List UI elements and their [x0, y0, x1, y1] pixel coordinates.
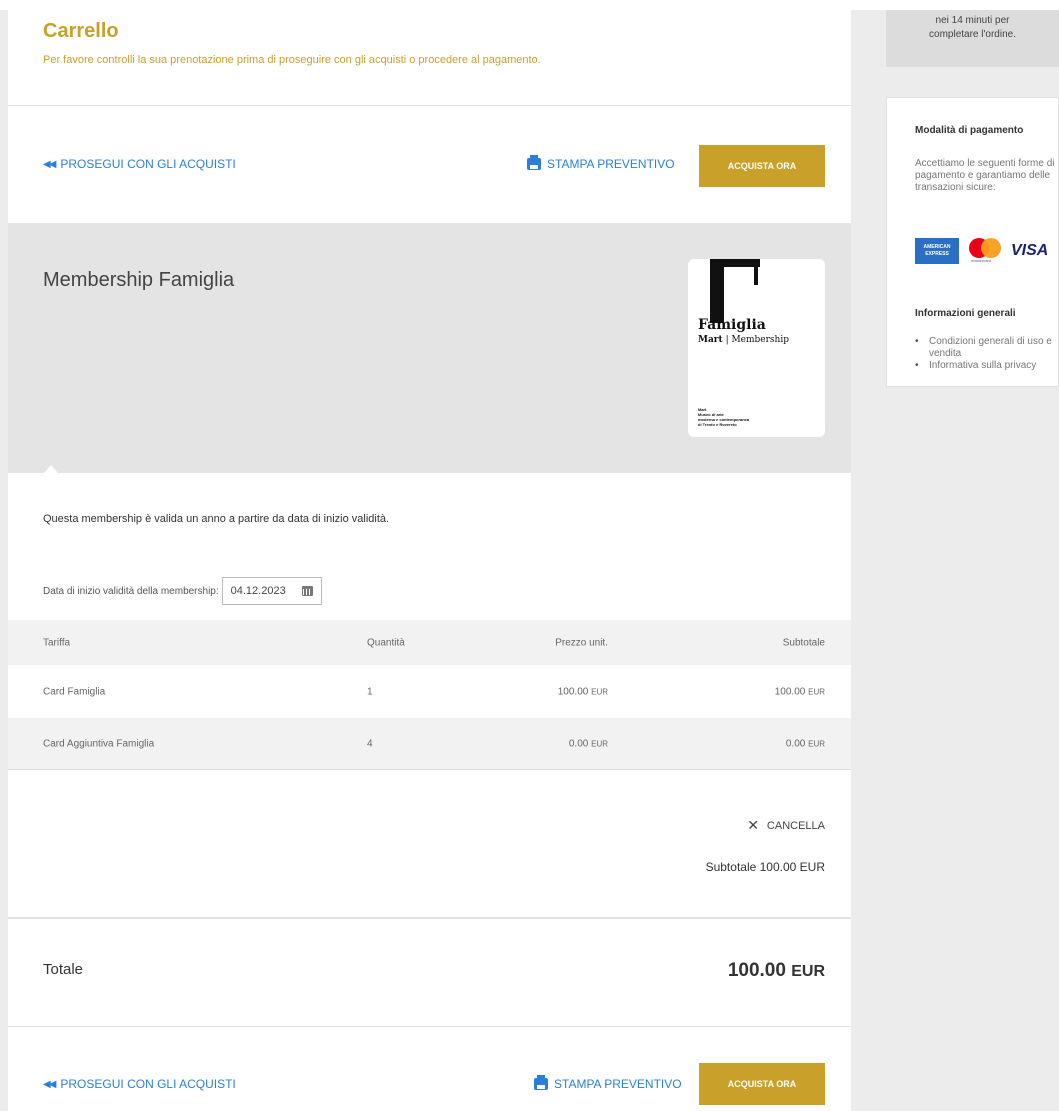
list-item: Informativa sulla privacy: [915, 360, 1059, 372]
header-unit-price: Prezzo unit.: [555, 637, 608, 648]
buy-now-button[interactable]: ACQUISTA ORA: [699, 145, 825, 187]
card-title: Famiglia: [698, 317, 766, 333]
card-fine-print: Mart Museo di arte moderna e contemporan…: [698, 407, 750, 427]
calendar-icon[interactable]: [301, 586, 313, 596]
start-date-field[interactable]: 04.12.2023: [221, 577, 322, 605]
row-subtotal: 0.00 EUR: [785, 738, 825, 749]
cancel-label: CANCELLA: [766, 819, 825, 832]
payment-heading: Modalità di pagamento: [915, 125, 1024, 136]
table-row: Card Famiglia 1 100.00 EUR 100.00 EUR: [8, 665, 851, 718]
close-icon: ✕: [747, 817, 759, 833]
product-section: Membership Famiglia Famiglia Mart | Memb…: [8, 223, 851, 473]
actions-bottom: ◀◀ PROSEGUI CON GLI ACQUISTI STAMPA PREV…: [8, 1027, 851, 1111]
cart-header: Carrello Per favore controlli la sua pre…: [8, 10, 851, 106]
mastercard-logo: mastercard: [967, 238, 1003, 264]
start-date-value: 04.12.2023: [230, 585, 286, 597]
info-heading: Informazioni generali: [915, 308, 1016, 319]
row-tariff: Card Famiglia: [43, 686, 106, 697]
buy-now-button[interactable]: ACQUISTA ORA: [699, 1063, 825, 1105]
item-subtotal: Subtotale 100.00 EUR: [705, 860, 825, 874]
info-links: Condizioni generali di uso e vendita Inf…: [915, 336, 1059, 372]
validity-date-row: Data di inizio validità della membership…: [43, 577, 322, 605]
printer-icon: [534, 1075, 548, 1090]
page-title: Carrello: [43, 20, 119, 42]
list-item: Condizioni generali di uso e vendita: [915, 336, 1059, 360]
section-caret: [44, 465, 58, 473]
page-subtitle: Per favore controlli la sua prenotazione…: [43, 54, 541, 66]
card-subtitle: Mart | Membership: [698, 335, 789, 345]
row-quantity: 1: [367, 686, 373, 697]
print-quote-label: STAMPA PREVENTIVO: [554, 1077, 682, 1091]
payment-cards: AMERICAN EXPRESS mastercard VISA: [915, 238, 1048, 264]
divider: [8, 917, 851, 919]
card-logo-mark: [710, 259, 724, 323]
timer-notice: nei 14 minuti per completare l'ordine.: [886, 10, 1059, 67]
cart-panel: Carrello Per favore controlli la sua pre…: [8, 0, 851, 1111]
double-chevron-left-icon: ◀◀: [43, 158, 56, 170]
validity-text: Questa membership è valida un anno a par…: [43, 513, 390, 525]
double-chevron-left-icon: ◀◀: [43, 1078, 56, 1090]
membership-card-image: Famiglia Mart | Membership Mart Museo di…: [688, 259, 825, 437]
timer-text: nei 14 minuti per: [935, 15, 1010, 26]
terms-link[interactable]: Condizioni generali di uso e vendita: [929, 336, 1052, 359]
printer-icon: [527, 155, 541, 170]
actions-top: ◀◀ PROSEGUI CON GLI ACQUISTI STAMPA PREV…: [8, 107, 851, 221]
header-quantity: Quantità: [367, 637, 405, 648]
table-row: Card Aggiuntiva Famiglia 4 0.00 EUR 0.00…: [8, 718, 851, 770]
date-label: Data di inizio validità della membership…: [43, 585, 219, 597]
cancel-button[interactable]: ✕ CANCELLA: [747, 817, 825, 834]
continue-shopping-label: PROSEGUI CON GLI ACQUISTI: [60, 157, 236, 171]
timer-text: completare l'ordine.: [929, 29, 1016, 40]
row-subtotal: 100.00 EUR: [774, 686, 825, 697]
total-label: Totale: [43, 961, 84, 978]
tariff-table: Tariffa Quantità Prezzo unit. Subtotale …: [8, 620, 851, 770]
sidebar-info: Modalità di pagamento Accettiamo le segu…: [886, 97, 1059, 387]
row-unit-price: 0.00 EUR: [568, 738, 608, 749]
table-header: Tariffa Quantità Prezzo unit. Subtotale: [8, 620, 851, 665]
privacy-link[interactable]: Informativa sulla privacy: [929, 360, 1036, 371]
continue-shopping-label: PROSEGUI CON GLI ACQUISTI: [60, 1077, 236, 1091]
print-quote-link[interactable]: STAMPA PREVENTIVO: [534, 1075, 682, 1091]
header-subtotal: Subtotale: [782, 637, 825, 648]
header-tariff: Tariffa: [43, 637, 71, 648]
print-quote-link[interactable]: STAMPA PREVENTIVO: [527, 155, 675, 171]
print-quote-label: STAMPA PREVENTIVO: [547, 157, 675, 171]
row-unit-price: 100.00 EUR: [557, 686, 608, 697]
row-tariff: Card Aggiuntiva Famiglia: [43, 738, 155, 749]
total-amount: 100.00 EUR: [727, 960, 825, 981]
visa-logo: VISA: [1011, 242, 1049, 259]
payment-text: Accettiamo le seguenti forme di pagament…: [915, 158, 1055, 193]
amex-logo: AMERICAN EXPRESS: [915, 238, 959, 264]
continue-shopping-link[interactable]: ◀◀ PROSEGUI CON GLI ACQUISTI: [43, 157, 236, 171]
continue-shopping-link[interactable]: ◀◀ PROSEGUI CON GLI ACQUISTI: [43, 1077, 236, 1091]
product-name: Membership Famiglia: [43, 269, 235, 291]
row-quantity: 4: [367, 738, 373, 749]
